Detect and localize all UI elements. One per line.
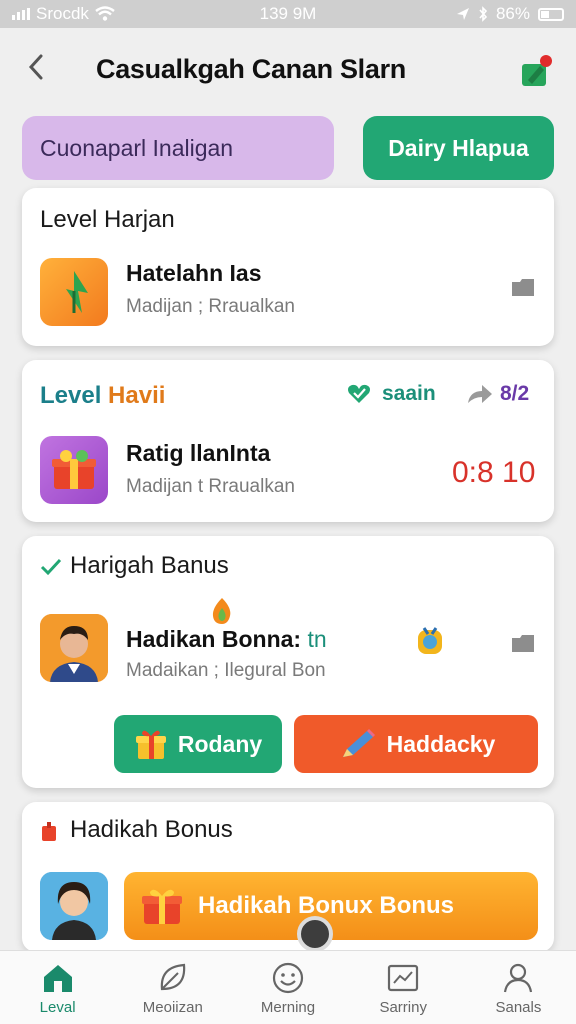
bottom-nav: Leval Meoiizan Merning Sarriny Sanals: [0, 950, 576, 1024]
tab-cuonaparl[interactable]: Cuonaparl Inaligan: [22, 116, 334, 180]
share-arrow-icon: [468, 385, 492, 403]
fire-icon: [212, 598, 231, 624]
haddacky-label: Haddacky: [386, 730, 496, 757]
folder-icon[interactable]: [510, 632, 536, 654]
haddacky-button[interactable]: Haddacky: [294, 715, 538, 773]
status-label: saain: [382, 382, 436, 405]
countdown-timer: 0:8 10: [452, 456, 536, 489]
leaf-icon: [160, 963, 185, 991]
item-title-main: Hadikan Bonna:: [126, 626, 302, 652]
nav-label: Merning: [260, 999, 316, 1016]
gift-icon: [135, 730, 166, 759]
item-title: Ratig llanInta: [126, 440, 271, 466]
card-title: Level Harjan: [40, 206, 175, 233]
folder-icon[interactable]: [510, 276, 536, 298]
nav-item-sanals[interactable]: Sanals: [461, 951, 576, 1024]
nav-item-merning[interactable]: Merning: [230, 951, 345, 1024]
gift-basket-icon: [40, 436, 108, 504]
item-subtitle: Madijan t Rraualkan: [126, 476, 295, 497]
card-title: Harigah Banus: [70, 552, 229, 579]
item-subtitle: Madijan ; Rraualkan: [126, 296, 295, 317]
leaf-tile-icon: [40, 258, 108, 326]
card-title-part1: Level: [40, 382, 102, 409]
card-title: Hadikah Bonus: [70, 816, 233, 843]
medal-icon: [416, 626, 444, 656]
nav-item-leval[interactable]: Leval: [0, 951, 115, 1024]
battery-percent: 86%: [495, 4, 530, 23]
app-header: Casualkgah Canan Slarn: [0, 38, 576, 102]
scroll-indicator[interactable]: [297, 916, 333, 952]
home-icon: [43, 965, 72, 992]
avatar: [40, 614, 108, 682]
carrier-label: Srocdk: [36, 4, 89, 23]
item-title: Hadikan Bonna: tn: [126, 626, 327, 653]
share-count-label: 8/2: [500, 382, 530, 405]
level-card-2: Level Havii saain 8/2 Ratig llanInta Mad…: [22, 360, 554, 522]
card-title-part2: Havii: [108, 382, 166, 409]
check-heart-icon: [348, 384, 370, 403]
bonus-card-2: Hadikah Bonus Hadikah Bonux Bonus: [22, 802, 554, 952]
nav-label: Sarriny: [379, 999, 427, 1016]
level-card-1: Level Harjan Hatelahn Ias Madijan ; Rrau…: [22, 188, 554, 346]
nav-label: Leval: [39, 999, 76, 1016]
item-title: Hatelahn Ias: [126, 260, 262, 286]
chevron-left-icon[interactable]: [26, 52, 56, 86]
bluetooth-icon: [479, 6, 488, 22]
nav-item-sarriny[interactable]: Sarriny: [346, 951, 461, 1024]
gift-box-icon: [142, 889, 182, 924]
tab-dairy[interactable]: Dairy Hlapua: [363, 116, 554, 180]
nav-label: Sanals: [495, 999, 542, 1016]
card-title: Level Havii: [40, 382, 165, 410]
wifi-icon: [95, 6, 115, 21]
item-title-suffix: tn: [307, 626, 327, 652]
avatar: [40, 872, 108, 940]
status-bar: Srocdk 139 9M 86%: [0, 0, 576, 28]
share-count[interactable]: 8/2: [466, 382, 529, 406]
check-icon: [40, 558, 62, 576]
rodany-button[interactable]: Rodany: [114, 715, 282, 773]
pencil-icon: [342, 729, 375, 757]
location-icon: [456, 8, 469, 20]
item-subtitle: Madaikan ; Ilegural Bon: [126, 660, 326, 681]
nav-item-meoiizan[interactable]: Meoiizan: [115, 951, 230, 1024]
nav-label: Meoiizan: [142, 999, 203, 1016]
user-icon: [504, 963, 533, 993]
chart-card-icon: [388, 964, 419, 992]
rodany-label: Rodany: [177, 730, 263, 757]
edit-badge-icon[interactable]: [520, 54, 554, 88]
small-gift-icon: [42, 822, 56, 841]
smiley-icon: [272, 962, 304, 994]
bonus-banner-label: Hadikah Bonux Bonus: [198, 892, 455, 919]
page-title: Casualkgah Canan Slarn: [96, 54, 407, 84]
signal-icon: [12, 8, 30, 20]
bonus-card: Harigah Banus Hadikan Bonna: tn Madaikan…: [22, 536, 554, 788]
clock: 139 9M: [259, 4, 317, 23]
status-check: saain: [346, 382, 436, 406]
battery-icon: [538, 7, 564, 21]
